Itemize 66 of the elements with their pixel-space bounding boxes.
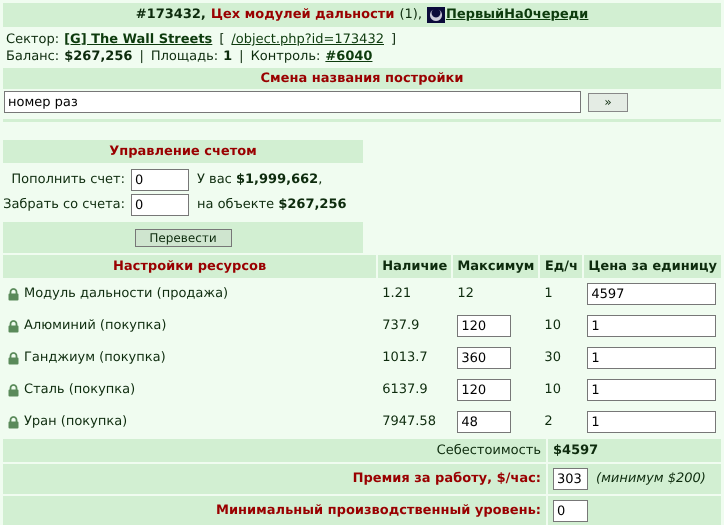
field-label: Пополнить счет: <box>10 171 125 190</box>
table-cell-text: 1.21 <box>381 285 412 304</box>
table-cell-text: 6137.9 <box>381 381 429 400</box>
table-cell-text: 10 <box>543 317 562 336</box>
submit-button[interactable]: » <box>588 92 628 112</box>
table-cell-text: 10 <box>543 381 562 400</box>
cost-value: $4597 <box>553 442 598 460</box>
min-level-label: Минимальный производственный уровень: <box>216 502 541 520</box>
info-link[interactable]: [G] The Wall Streets <box>64 31 212 48</box>
section-title: Управление счетом <box>3 140 363 163</box>
amount-field[interactable]: 0 <box>131 169 189 191</box>
max-field[interactable]: 120 <box>457 315 512 337</box>
object-id: #173432, <box>136 6 206 24</box>
info-link[interactable]: #6040 <box>325 48 372 65</box>
separator: [ <box>218 31 226 48</box>
field-label: Забрать со счета: <box>3 196 125 214</box>
owner-link[interactable]: ПервыйНа0череди <box>446 5 588 25</box>
table-cell-text: 2 <box>543 413 554 432</box>
bonus-field[interactable]: 303 <box>553 468 588 490</box>
price-field[interactable]: 1 <box>587 347 716 369</box>
column-header: Максимум <box>453 255 540 278</box>
price-field[interactable]: 1 <box>587 411 716 433</box>
resource-name: Алюминий (покупка) <box>24 317 166 336</box>
max-field[interactable]: 48 <box>457 411 512 433</box>
column-header: Ед/ч <box>540 255 584 278</box>
resource-name: Ганджиум (покупка) <box>24 349 166 368</box>
separator: | <box>238 48 245 65</box>
info-label: Площадь: <box>150 48 218 65</box>
info-value: $267,256 <box>64 48 132 65</box>
price-field[interactable]: 4597 <box>587 283 716 305</box>
max-field[interactable]: 120 <box>457 379 512 401</box>
cost-label: Себестоимость <box>436 442 541 460</box>
column-header: Настройки ресурсов <box>3 255 378 278</box>
avatar-icon <box>426 7 445 23</box>
amount-field[interactable]: 0 <box>131 194 189 216</box>
table-cell-text: 737.9 <box>381 317 420 336</box>
object-name: Цех модулей дальности <box>210 6 394 24</box>
table-cell-text: 1013.7 <box>381 349 429 368</box>
name-field[interactable]: номер раз <box>4 91 581 113</box>
table-cell-text: 1 <box>543 285 554 304</box>
table-cell-text: 7947.58 <box>381 413 437 432</box>
url-link[interactable]: /object.php?id=173432 <box>231 31 384 48</box>
info-label: Баланс: <box>6 48 60 65</box>
min-level-field[interactable]: 0 <box>553 500 588 522</box>
price-field[interactable]: 1 <box>587 379 716 401</box>
resource-name: Сталь (покупка) <box>24 381 136 400</box>
bonus-label: Премия за работу, $/час: <box>352 470 541 488</box>
separator: ] <box>390 31 398 48</box>
max-field[interactable]: 360 <box>457 347 512 369</box>
price-field[interactable]: 1 <box>587 315 716 337</box>
column-header: Наличие <box>378 255 454 278</box>
object-count: (1), <box>399 6 422 24</box>
column-header: Цена за единицу <box>584 255 721 278</box>
resource-name: Модуль дальности (продажа) <box>24 285 228 304</box>
balance-note: У вас $1,999,662, <box>197 171 322 190</box>
section-title: Смена названия постройки <box>3 68 721 89</box>
info-label: Контроль: <box>250 48 320 65</box>
table-cell-text: 30 <box>543 349 562 368</box>
separator: | <box>138 48 145 65</box>
info-value: 1 <box>223 48 232 65</box>
bonus-hint: (минимум $200) <box>596 470 706 488</box>
balance-note: на объекте $267,256 <box>197 196 347 214</box>
resource-name: Уран (покупка) <box>24 413 128 432</box>
transfer-button[interactable]: Перевести <box>134 228 232 246</box>
table-cell: 12 <box>457 286 474 302</box>
info-label: Сектор: <box>6 31 60 48</box>
